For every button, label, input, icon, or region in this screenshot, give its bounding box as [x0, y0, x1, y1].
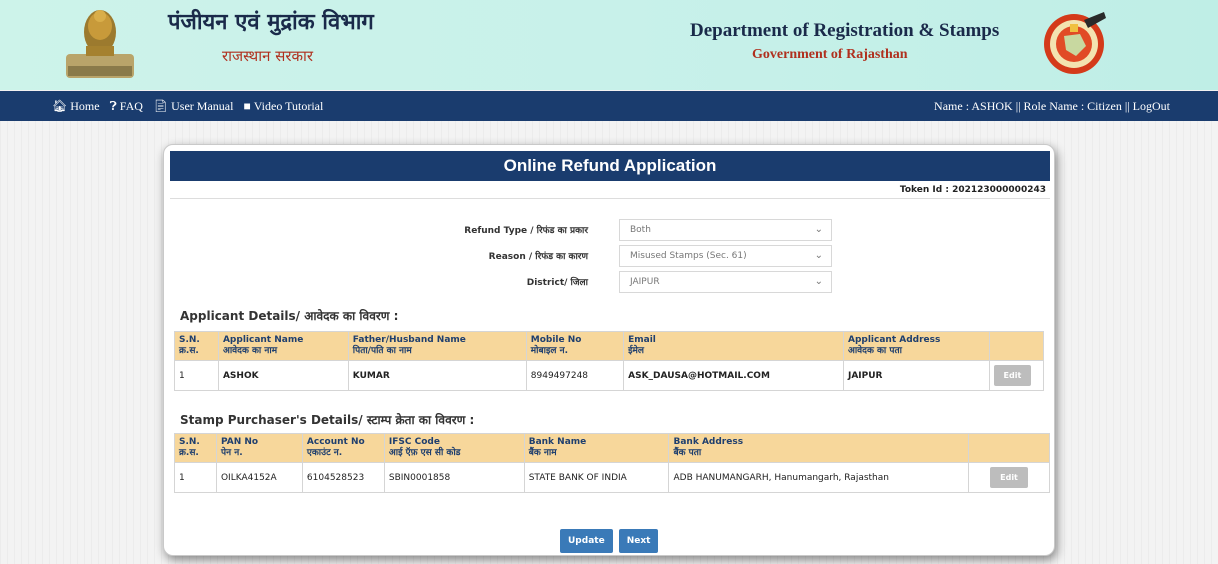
- chevron-down-icon: ⌄: [814, 250, 823, 261]
- table-row: 1 ASHOK KUMAR 8949497248 ASK_DAUSA@HOTMA…: [174, 360, 1045, 391]
- separator: ||: [1015, 99, 1021, 113]
- district-row: District/ जिला JAIPUR ⌄: [164, 271, 1054, 293]
- document-icon: 📄︎: [152, 99, 169, 113]
- reason-select[interactable]: Misused Stamps (Sec. 61) ⌄: [619, 245, 832, 267]
- refund-application-panel: Online Refund Application Token Id : 202…: [163, 144, 1055, 556]
- column-header: PAN No पेन न.: [215, 433, 303, 463]
- refund-type-row: Refund Type / रिफंड का प्रकार Both ⌄: [164, 219, 1054, 241]
- nav-user-manual-label: User Manual: [171, 99, 234, 113]
- column-header: Bank Address बैंक पता: [668, 433, 970, 463]
- column-header: S.N. क्र.स.: [174, 433, 217, 463]
- refund-type-label: Refund Type / रिफंड का प्रकार: [464, 226, 588, 236]
- reason-value: Misused Stamps (Sec. 61): [630, 251, 747, 261]
- district-select[interactable]: JAIPUR ⌄: [619, 271, 832, 293]
- english-department-title: Department of Registration & Stamps: [690, 20, 1000, 41]
- refund-type-select[interactable]: Both ⌄: [619, 219, 832, 241]
- purchaser-table: S.N. क्र.स. PAN No पेन न. Account No एकाउंट…: [174, 433, 1050, 493]
- applicant-table: S.N. क्र.स. Applicant Name आवेदक का नाम Fa…: [174, 331, 1045, 391]
- column-header: [988, 331, 1045, 361]
- refund-type-value: Both: [630, 225, 651, 235]
- role-name-label: Role Name : Citizen: [1023, 99, 1122, 113]
- nav-video-tutorial-label: Video Tutorial: [253, 99, 324, 113]
- nav-faq-link[interactable]: ❓︎ FAQ: [110, 99, 143, 114]
- cell-email: ASK_DAUSA@HOTMAIL.COM: [623, 360, 844, 391]
- cell-applicant-name: ASHOK: [217, 360, 349, 391]
- separator: ||: [1124, 99, 1130, 113]
- nav-video-tutorial-link[interactable]: ■ Video Tutorial: [243, 99, 323, 114]
- nav-home-link[interactable]: 🏠︎ Home: [52, 99, 100, 114]
- column-header: Email ईमेल: [623, 331, 844, 361]
- column-header: IFSC Code आई ऍफ़ एस सी कोड: [383, 433, 525, 463]
- token-id: Token Id : 202123000000243: [899, 185, 1046, 195]
- column-header: Mobile No मोबाइल न.: [525, 331, 625, 361]
- column-header: Father/Husband Name पिता/पति का नाम: [347, 331, 527, 361]
- top-nav-bar: 🏠︎ Home ❓︎ FAQ 📄︎ User Manual ■ Video Tu…: [0, 91, 1218, 121]
- chevron-down-icon: ⌄: [814, 276, 823, 287]
- hindi-government-subtitle: राजस्थान सरकार: [222, 47, 314, 65]
- reason-row: Reason / रिफंड का कारण Misused Stamps (S…: [164, 245, 1054, 267]
- table-header-row: S.N. क्र.स. Applicant Name आवेदक का नाम Fa…: [174, 331, 1045, 361]
- cell-ifsc: SBIN0001858: [383, 462, 525, 493]
- page-title: Online Refund Application: [170, 151, 1050, 181]
- nav-user-manual-link[interactable]: 📄︎ User Manual: [153, 99, 234, 114]
- column-header: Bank Name बैंक नाम: [523, 433, 670, 463]
- state-emblem-icon: [66, 10, 134, 78]
- edit-purchaser-button[interactable]: Edit: [990, 467, 1028, 488]
- department-seal-icon: [1044, 12, 1106, 74]
- edit-applicant-button[interactable]: Edit: [993, 365, 1032, 386]
- divider: [170, 198, 1050, 199]
- action-buttons: Update Next: [560, 529, 659, 553]
- cell-bank-name: STATE BANK OF INDIA: [523, 462, 670, 493]
- logout-link[interactable]: LogOut: [1133, 99, 1170, 113]
- column-header: Account No एकाउंट न.: [301, 433, 385, 463]
- district-value: JAIPUR: [630, 277, 660, 287]
- nav-faq-label: FAQ: [119, 99, 143, 113]
- cell-action: Edit: [988, 360, 1045, 391]
- column-header: [968, 433, 1050, 463]
- cell-address: JAIPUR: [842, 360, 990, 391]
- cell-bank-address: ADB HANUMANGARH, Hanumangarh, Rajasthan: [668, 462, 970, 493]
- video-icon: ■: [243, 99, 251, 113]
- applicant-section-title: Applicant Details/ आवेदक का विवरण :: [180, 309, 399, 323]
- reason-label: Reason / रिफंड का कारण: [488, 252, 588, 262]
- nav-links: 🏠︎ Home ❓︎ FAQ 📄︎ User Manual ■ Video Tu…: [52, 99, 323, 114]
- next-button[interactable]: Next: [618, 529, 659, 553]
- district-label: District/ जिला: [526, 278, 588, 288]
- cell-action: Edit: [968, 462, 1050, 493]
- cell-account: 6104528523: [301, 462, 385, 493]
- nav-home-label: Home: [70, 99, 100, 113]
- table-header-row: S.N. क्र.स. PAN No पेन न. Account No एकाउंट…: [174, 433, 1050, 463]
- cell-father-name: KUMAR: [347, 360, 527, 391]
- site-header: पंजीयन एवं मुद्रांक विभाग राजस्थान सरकार…: [0, 0, 1218, 90]
- cell-mobile: 8949497248: [525, 360, 625, 391]
- column-header: Applicant Name आवेदक का नाम: [217, 331, 349, 361]
- update-button[interactable]: Update: [560, 529, 613, 553]
- cell-sn: 1: [174, 360, 219, 391]
- purchaser-section-title: Stamp Purchaser's Details/ स्टाम्प क्रेत…: [180, 413, 475, 427]
- column-header: S.N. क्र.स.: [174, 331, 219, 361]
- user-info: Name : ASHOK || Role Name : Citizen || L…: [934, 99, 1170, 114]
- home-icon: 🏠︎: [52, 99, 68, 113]
- cell-sn: 1: [174, 462, 217, 493]
- hindi-department-title: पंजीयन एवं मुद्रांक विभाग: [168, 9, 374, 35]
- chevron-down-icon: ⌄: [814, 224, 823, 235]
- english-government-subtitle: Government of Rajasthan: [752, 47, 908, 62]
- column-header: Applicant Address आवेदक का पता: [842, 331, 990, 361]
- user-name-label: Name : ASHOK: [934, 99, 1013, 113]
- cell-pan: OILKA4152A: [215, 462, 303, 493]
- table-row: 1 OILKA4152A 6104528523 SBIN0001858 STAT…: [174, 462, 1050, 493]
- question-icon: ❓︎: [109, 99, 117, 113]
